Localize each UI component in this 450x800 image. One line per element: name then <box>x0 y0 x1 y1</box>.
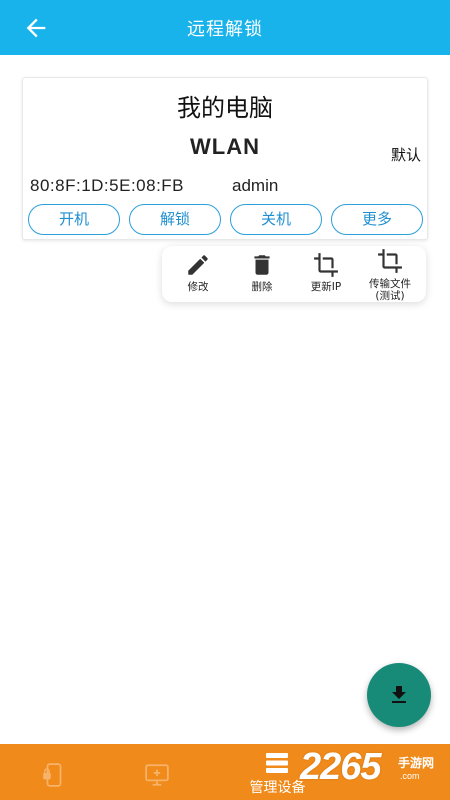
download-icon <box>392 686 406 703</box>
nav-item-add-monitor[interactable] <box>122 744 192 800</box>
more-menu: 修改 删除 更新IP 传输文件 (测试) <box>162 246 426 302</box>
unlock-button[interactable]: 解锁 <box>129 204 221 235</box>
trash-icon <box>254 255 270 275</box>
download-fab[interactable] <box>367 663 431 727</box>
device-name: 我的电脑 <box>177 94 273 122</box>
watermark-logo: 2265 手游网 .com <box>300 744 450 800</box>
watermark-number: 2265 <box>300 746 382 788</box>
list-icon <box>266 753 288 773</box>
page-title: 远程解锁 <box>187 19 263 40</box>
device-user: admin <box>232 176 279 195</box>
transfer-sublabel: (测试) <box>375 290 405 302</box>
monitor-add-icon <box>145 764 169 786</box>
transfer-label: 传输文件 <box>369 278 411 290</box>
shutdown-button[interactable]: 关机 <box>230 204 322 235</box>
app-bar: 远程解锁 <box>0 0 450 55</box>
more-button[interactable]: 更多 <box>331 204 423 235</box>
default-badge: 默认 <box>390 146 421 164</box>
edit-menu-item[interactable]: 修改 <box>168 246 228 302</box>
edit-label: 修改 <box>187 281 209 293</box>
watermark-sub: .com <box>400 771 420 781</box>
delete-label: 删除 <box>251 281 273 293</box>
crop-icon <box>314 253 338 277</box>
device-card[interactable]: 我的电脑 WLAN 默认 80:8F:1D:5E:08:FB admin 开机 … <box>22 77 428 240</box>
device-actions: 开机 解锁 关机 更多 <box>28 204 423 236</box>
transfer-file-menu-item[interactable]: 传输文件 (测试) <box>358 246 422 302</box>
delete-menu-item[interactable]: 删除 <box>232 246 292 302</box>
update-ip-menu-item[interactable]: 更新IP <box>296 246 356 302</box>
phone-lock-icon <box>43 763 62 787</box>
mac-address: 80:8F:1D:5E:08:FB <box>30 176 185 195</box>
pencil-icon <box>188 255 208 275</box>
crop-icon <box>378 249 402 273</box>
nav-item-phone-lock[interactable] <box>20 744 90 800</box>
power-on-button[interactable]: 开机 <box>28 204 120 235</box>
update-ip-label: 更新IP <box>310 281 342 293</box>
connection-type: WLAN <box>190 134 260 159</box>
watermark-text: 手游网 <box>398 756 435 770</box>
